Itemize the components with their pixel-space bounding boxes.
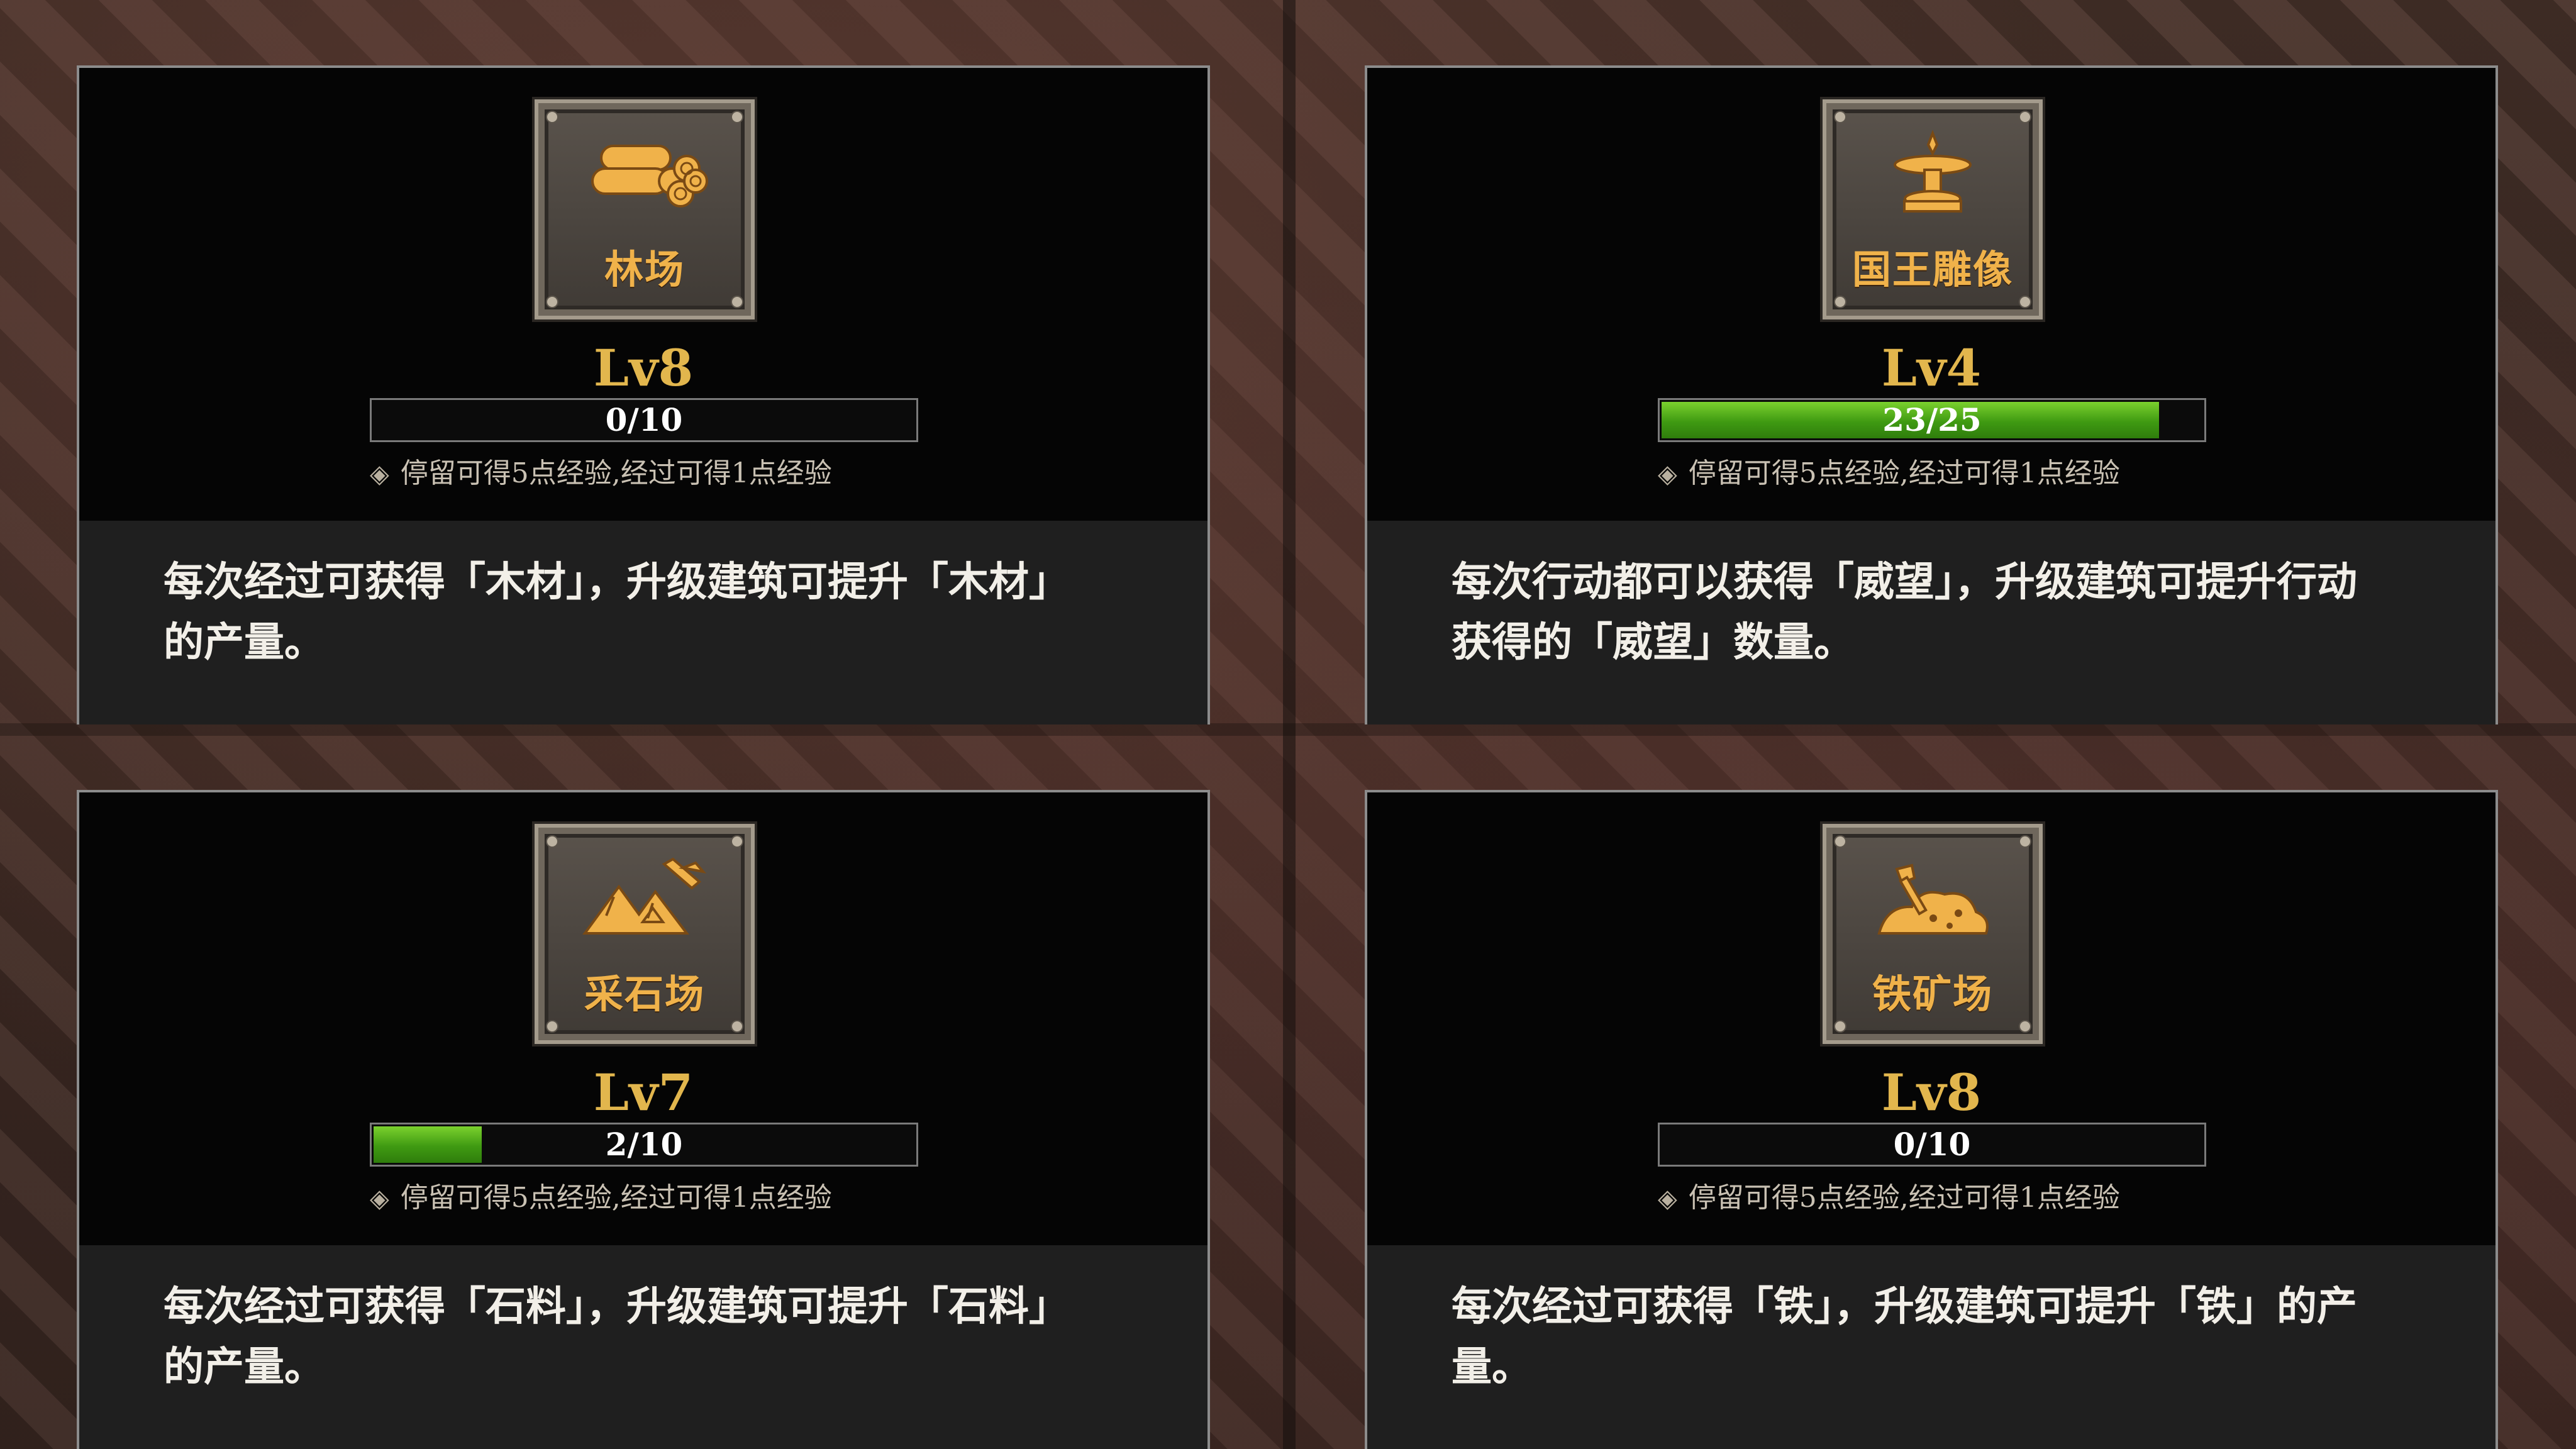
frame-rivet (731, 111, 743, 123)
frame-rivet (546, 111, 558, 123)
experience-hint: ◈ 停留可得5点经验,经过可得1点经验 (370, 1175, 936, 1215)
description-line: 每次经过可获得「铁」，升级建筑可提升「铁」的产 (1452, 1283, 2357, 1330)
experience-hint-text: 停留可得5点经验,经过可得1点经验 (1688, 457, 2120, 489)
frame-rivet (1834, 835, 1846, 848)
card-description-area: 每次经过可获得「石料」，升级建筑可提升「石料」 的产量。 (79, 1245, 1208, 1449)
experience-hint: ◈ 停留可得5点经验,经过可得1点经验 (1658, 450, 2224, 491)
description-line: 的产量。 (164, 619, 325, 666)
building-icon-frame: 林场 (535, 99, 755, 319)
panel-divider-horizontal (0, 723, 2576, 736)
iron-ore-shovel-icon (1877, 863, 1989, 935)
building-description: 每次行动都可以获得「威望」，升级建筑可提升行动 获得的「威望」数量。 (1452, 552, 2433, 673)
description-line: 的产量。 (164, 1343, 325, 1391)
building-card-lumber-yard: 林场 Lv8 0/10 ◈ 停留可得5点经验,经过可得1点经验 每次经过可获得「木… (77, 65, 1210, 724)
experience-hint-text: 停留可得5点经验,经过可得1点经验 (400, 457, 832, 489)
frame-rivet (2019, 1020, 2031, 1033)
frame-rivet (731, 1020, 743, 1033)
experience-progress-bar: 2/10 (370, 1123, 918, 1167)
frame-rivet (731, 835, 743, 848)
frame-rivet (2019, 835, 2031, 848)
building-description: 每次经过可获得「木材」，升级建筑可提升「木材」 的产量。 (164, 552, 1145, 673)
experience-progress-bar: 0/10 (1658, 1123, 2206, 1167)
frame-rivet (1834, 1020, 1846, 1033)
king-statue-icon (1894, 130, 1972, 213)
frame-rivet (546, 835, 558, 848)
experience-hint-text: 停留可得5点经验,经过可得1点经验 (1688, 1182, 2120, 1214)
diamond-bullet-icon: ◈ (370, 460, 389, 489)
frame-rivet (2019, 111, 2031, 123)
experience-progress-bar: 23/25 (1658, 398, 2206, 442)
building-name: 采石场 (584, 971, 705, 1017)
card-header-area: 采石场 Lv7 2/10 ◈ 停留可得5点经验,经过可得1点经验 (79, 792, 1208, 1245)
experience-hint-text: 停留可得5点经验,经过可得1点经验 (400, 1182, 832, 1214)
building-name: 国王雕像 (1852, 247, 2013, 292)
experience-hint: ◈ 停留可得5点经验,经过可得1点经验 (370, 450, 936, 491)
card-header-area: 国王雕像 Lv4 23/25 ◈ 停留可得5点经验,经过可得1点经验 (1367, 68, 2496, 521)
log-pile-icon (591, 145, 708, 208)
frame-rivet (546, 1020, 558, 1033)
experience-progress-text: 0/10 (605, 401, 683, 438)
experience-progress-bar: 0/10 (370, 398, 918, 442)
frame-rivet (546, 296, 558, 308)
experience-progress-text: 0/10 (1893, 1126, 1971, 1163)
frame-rivet (2019, 296, 2031, 308)
building-level: Lv8 (593, 338, 694, 397)
building-level: Lv8 (1881, 1063, 1982, 1122)
building-level: Lv7 (593, 1063, 694, 1122)
diamond-bullet-icon: ◈ (1658, 460, 1677, 489)
building-icon-frame: 采石场 (535, 824, 755, 1044)
building-name: 铁矿场 (1872, 971, 1993, 1017)
description-line: 每次经过可获得「木材」，升级建筑可提升「木材」 (164, 558, 1069, 606)
building-card-iron-mine: 铁矿场 Lv8 0/10 ◈ 停留可得5点经验,经过可得1点经验 每次经过可获得「… (1365, 790, 2498, 1449)
frame-rivet (731, 296, 743, 308)
card-description-area: 每次经过可获得「铁」，升级建筑可提升「铁」的产 量。 (1367, 1245, 2496, 1449)
building-description: 每次经过可获得「石料」，升级建筑可提升「石料」 的产量。 (164, 1277, 1145, 1397)
card-description-area: 每次经过可获得「木材」，升级建筑可提升「木材」 的产量。 (79, 521, 1208, 724)
building-icon-frame: 国王雕像 (1823, 99, 2043, 319)
experience-hint: ◈ 停留可得5点经验,经过可得1点经验 (1658, 1175, 2224, 1215)
diamond-bullet-icon: ◈ (1658, 1184, 1677, 1213)
building-card-quarry: 采石场 Lv7 2/10 ◈ 停留可得5点经验,经过可得1点经验 每次经过可获得「… (77, 790, 1210, 1449)
building-icon-frame: 铁矿场 (1823, 824, 2043, 1044)
description-line: 量。 (1452, 1343, 1532, 1391)
card-description-area: 每次行动都可以获得「威望」，升级建筑可提升行动 获得的「威望」数量。 (1367, 521, 2496, 724)
building-description: 每次经过可获得「铁」，升级建筑可提升「铁」的产 量。 (1452, 1277, 2433, 1397)
experience-progress-text: 2/10 (605, 1126, 683, 1163)
description-line: 每次行动都可以获得「威望」，升级建筑可提升行动 (1452, 558, 2357, 606)
card-header-area: 林场 Lv8 0/10 ◈ 停留可得5点经验,经过可得1点经验 (79, 68, 1208, 521)
building-name: 林场 (604, 247, 685, 292)
diamond-bullet-icon: ◈ (370, 1184, 389, 1213)
building-level: Lv4 (1881, 338, 1982, 397)
quarry-rocks-icon (582, 857, 707, 935)
frame-rivet (1834, 296, 1846, 308)
description-line: 获得的「威望」数量。 (1452, 619, 1854, 666)
description-line: 每次经过可获得「石料」，升级建筑可提升「石料」 (164, 1283, 1069, 1330)
card-header-area: 铁矿场 Lv8 0/10 ◈ 停留可得5点经验,经过可得1点经验 (1367, 792, 2496, 1245)
experience-progress-text: 23/25 (1882, 401, 1982, 438)
frame-rivet (1834, 111, 1846, 123)
building-card-king-statue: 国王雕像 Lv4 23/25 ◈ 停留可得5点经验,经过可得1点经验 每次行动都可… (1365, 65, 2498, 724)
